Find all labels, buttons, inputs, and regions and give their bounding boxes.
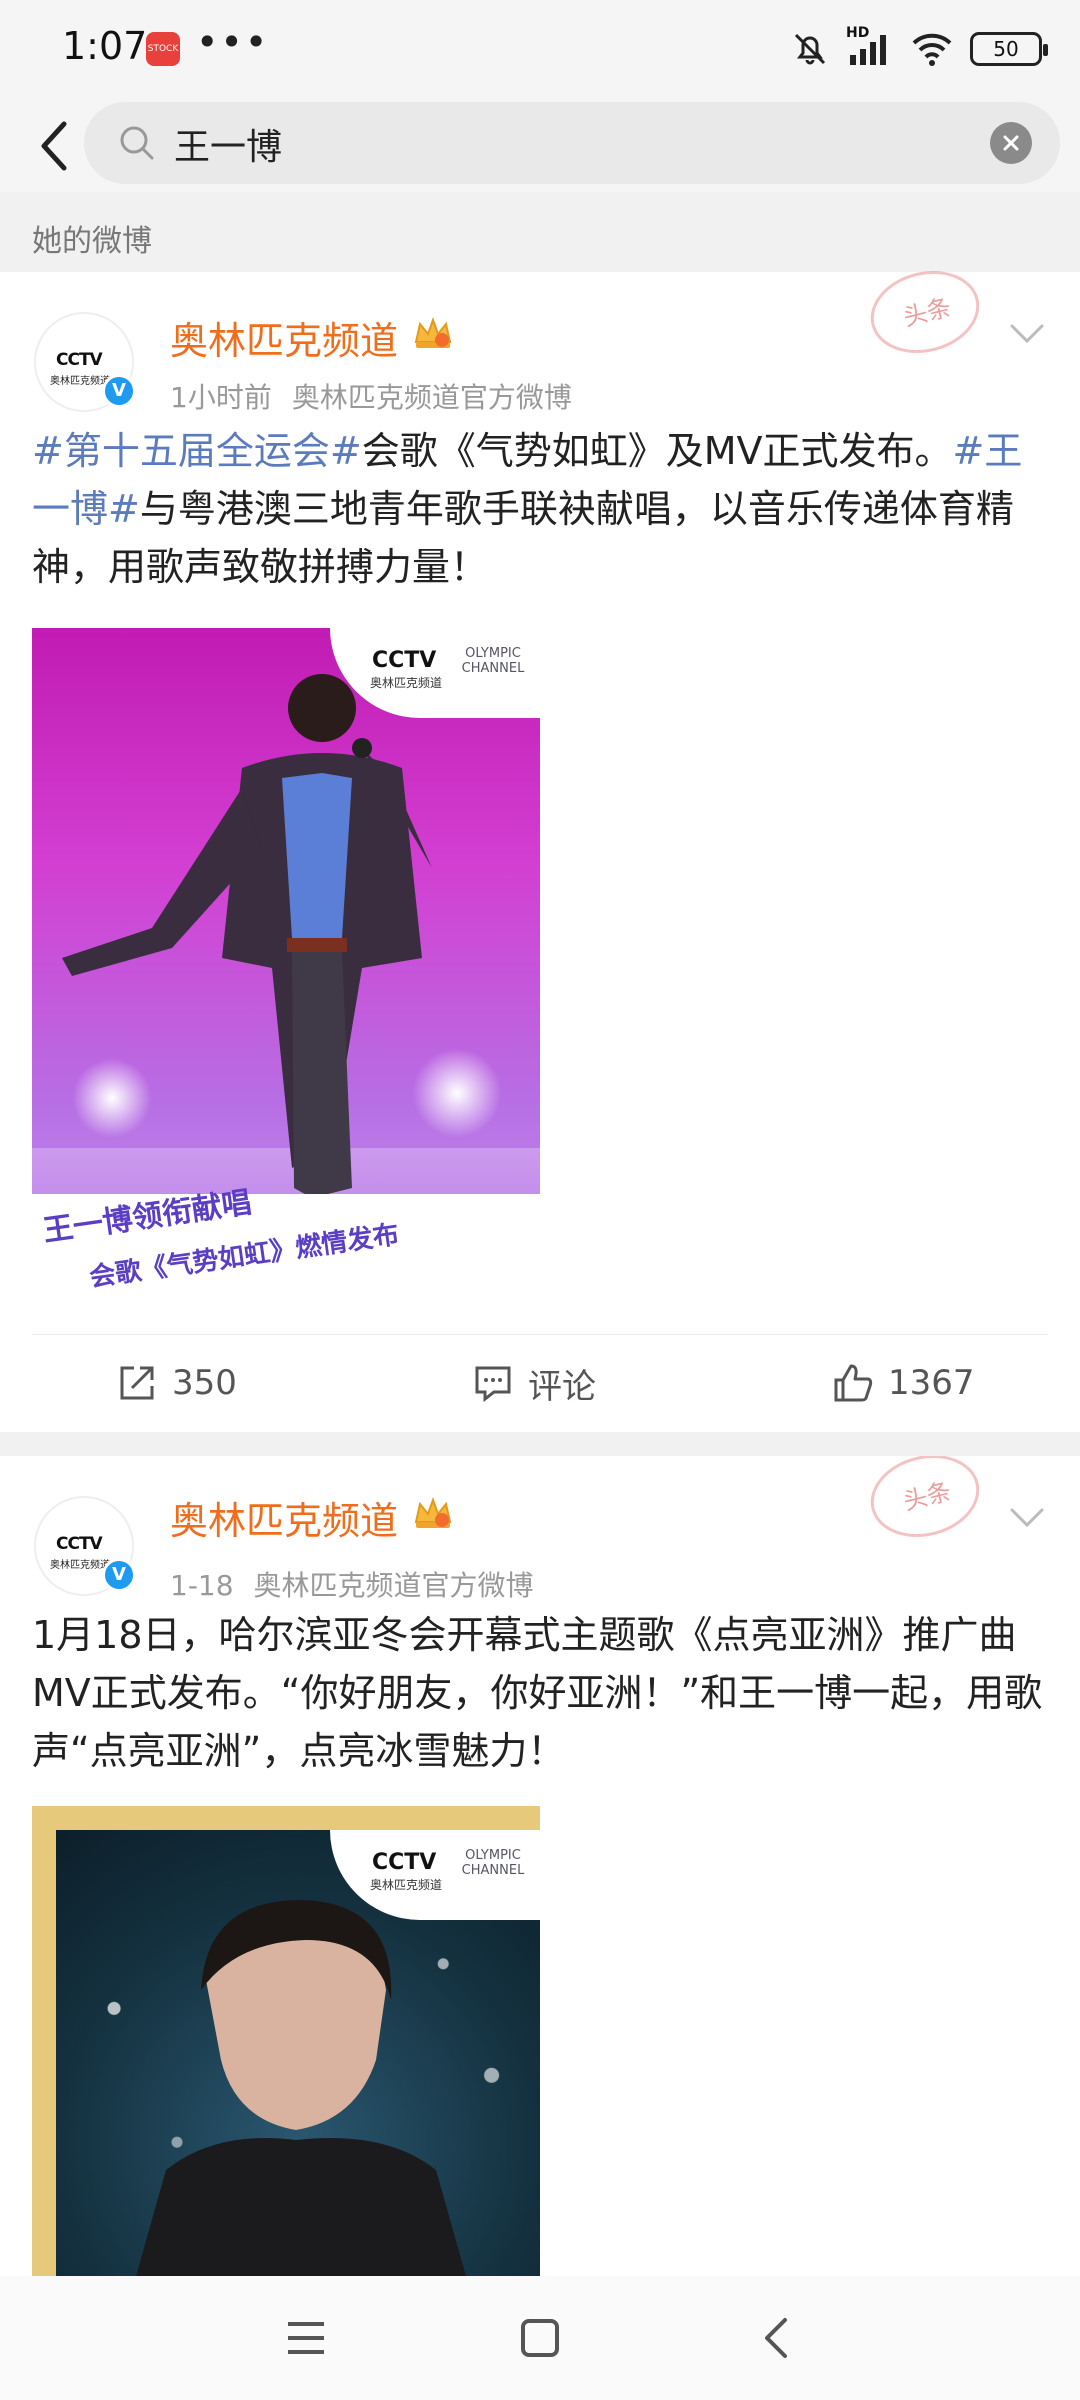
- chevron-down-icon[interactable]: [1008, 1506, 1046, 1530]
- back-triangle-icon: [765, 2318, 787, 2358]
- avatar-logo-text: CCTV: [56, 350, 103, 370]
- verified-badge-icon: V: [102, 1558, 136, 1592]
- post-source: 奥林匹克频道官方微博: [291, 381, 572, 414]
- network-type-label: HD: [846, 25, 870, 41]
- post-meta: 1小时前 奥林匹克频道官方微博: [170, 376, 572, 416]
- like-button[interactable]: 1367: [832, 1355, 975, 1411]
- stamp-text: 头条: [900, 1477, 954, 1516]
- search-input[interactable]: 王一博: [84, 102, 1060, 184]
- section-title: 她的微博: [32, 224, 152, 259]
- olympic-channel-logo: OLYMPIC CHANNEL: [461, 1848, 525, 1878]
- signal-icon: HD: [846, 25, 894, 69]
- thumbs-up-icon: [834, 1364, 873, 1402]
- back-button[interactable]: [14, 106, 94, 186]
- status-time: 1:07: [62, 24, 148, 68]
- post-text: #第十五届全运会#会歌《气势如虹》及MV正式发布。#王一博#与粤港澳三地青年歌手…: [32, 422, 1048, 596]
- stock-app-icon: STOCK: [146, 32, 180, 66]
- post-text: 1月18日，哈尔滨亚冬会开幕式主题歌《点亮亚洲》推广曲MV正式发布。“你好朋友，…: [32, 1613, 1043, 1773]
- system-navigation-bar: [0, 2276, 1080, 2400]
- section-header: 她的微博: [0, 192, 1080, 272]
- post-image[interactable]: CCTV 奥林匹克频道 OLYMPIC CHANNEL 王一博领衔献唱 会歌《气…: [32, 628, 540, 1304]
- like-count: 1367: [888, 1363, 975, 1403]
- author-name[interactable]: 奥林匹克频道: [170, 310, 398, 365]
- close-icon: [1003, 135, 1019, 151]
- verified-badge-icon: V: [102, 374, 136, 408]
- menu-button[interactable]: [276, 2308, 336, 2368]
- status-bar: 1:07 STOCK ••• HD 50: [0, 0, 1080, 96]
- more-notifications-icon: •••: [196, 20, 270, 64]
- avatar-logo-subtext: 奥林匹克频道: [50, 376, 110, 387]
- home-square-icon: [521, 2319, 559, 2357]
- comment-button[interactable]: 评论: [472, 1355, 596, 1411]
- back-arrow-icon: [41, 121, 67, 171]
- home-button[interactable]: [510, 2308, 570, 2368]
- avatar-logo-subtext: 奥林匹克频道: [50, 1560, 110, 1571]
- post-time: 1小时前: [170, 381, 272, 414]
- status-icons: HD 50: [790, 25, 1048, 72]
- author-name[interactable]: 奥林匹克频道: [170, 1490, 398, 1545]
- avatar[interactable]: CCTV 奥林匹克频道 V: [34, 1496, 136, 1596]
- clear-search-button[interactable]: [990, 122, 1032, 164]
- channel-logo-subtext: 奥林匹克频道: [370, 1878, 443, 1892]
- image-caption-banner: 王一博领衔献唱 会歌《气势如虹》燃情发布: [32, 1185, 540, 1304]
- avatar-logo-text: CCTV: [56, 1534, 103, 1554]
- search-header: 王一博: [0, 96, 1080, 192]
- weibo-post[interactable]: CCTV 奥林匹克频道 V 奥林匹克频道 1小时前 奥林匹克频道官方微博 头条 #…: [0, 259, 1080, 1432]
- topic-link[interactable]: #第十五届全运会#: [32, 429, 362, 473]
- post-text-segment: 会歌《气势如虹》及MV正式发布。: [361, 429, 953, 473]
- stamp-text: 头条: [900, 293, 954, 332]
- post-meta: 1-18 奥林匹克频道官方微博: [170, 1564, 534, 1604]
- menu-icon: [288, 2322, 324, 2354]
- post-text-segment: 与粤港澳三地青年歌手联袂献唱，以音乐传递体育精神，用歌声致敬拼搏力量！: [32, 487, 1014, 589]
- mute-bell-icon: [794, 33, 826, 65]
- cctv-logo-text: CCTV: [372, 1850, 437, 1875]
- search-icon: [120, 126, 154, 160]
- olympic-channel-logo: OLYMPIC CHANNEL: [461, 646, 525, 676]
- repost-button[interactable]: 350: [116, 1355, 237, 1411]
- post-divider: [0, 1432, 1080, 1456]
- cctv-logo-text: CCTV: [372, 648, 437, 673]
- avatar[interactable]: CCTV 奥林匹克频道 V: [34, 312, 136, 412]
- wifi-icon: [912, 33, 952, 66]
- crown-badge-icon: [414, 1497, 452, 1528]
- headline-stamp: 头条: [861, 259, 989, 365]
- headline-stamp: 头条: [861, 1456, 989, 1549]
- search-query: 王一博: [174, 127, 283, 168]
- crown-badge-icon: [414, 317, 452, 348]
- post-source: 奥林匹克频道官方微博: [253, 1569, 534, 1602]
- post-actions: 350 评论 1367: [32, 1334, 1048, 1430]
- chevron-down-icon[interactable]: [1008, 322, 1046, 346]
- channel-logo-subtext: 奥林匹克频道: [370, 676, 443, 690]
- system-back-button[interactable]: [746, 2308, 806, 2368]
- comment-icon: [475, 1366, 511, 1403]
- repost-count: 350: [172, 1363, 237, 1403]
- post-time: 1-18: [170, 1569, 234, 1602]
- repost-icon: [120, 1366, 154, 1400]
- post-image[interactable]: CCTV 奥林匹克频道 OLYMPIC CHANNEL: [32, 1806, 540, 2276]
- comment-label: 评论: [528, 1366, 596, 1407]
- weibo-post[interactable]: CCTV 奥林匹克频道 V 奥林匹克频道 1-18 奥林匹克频道官方微博 头条 1…: [0, 1456, 1080, 2276]
- battery-indicator: 50: [970, 32, 1048, 66]
